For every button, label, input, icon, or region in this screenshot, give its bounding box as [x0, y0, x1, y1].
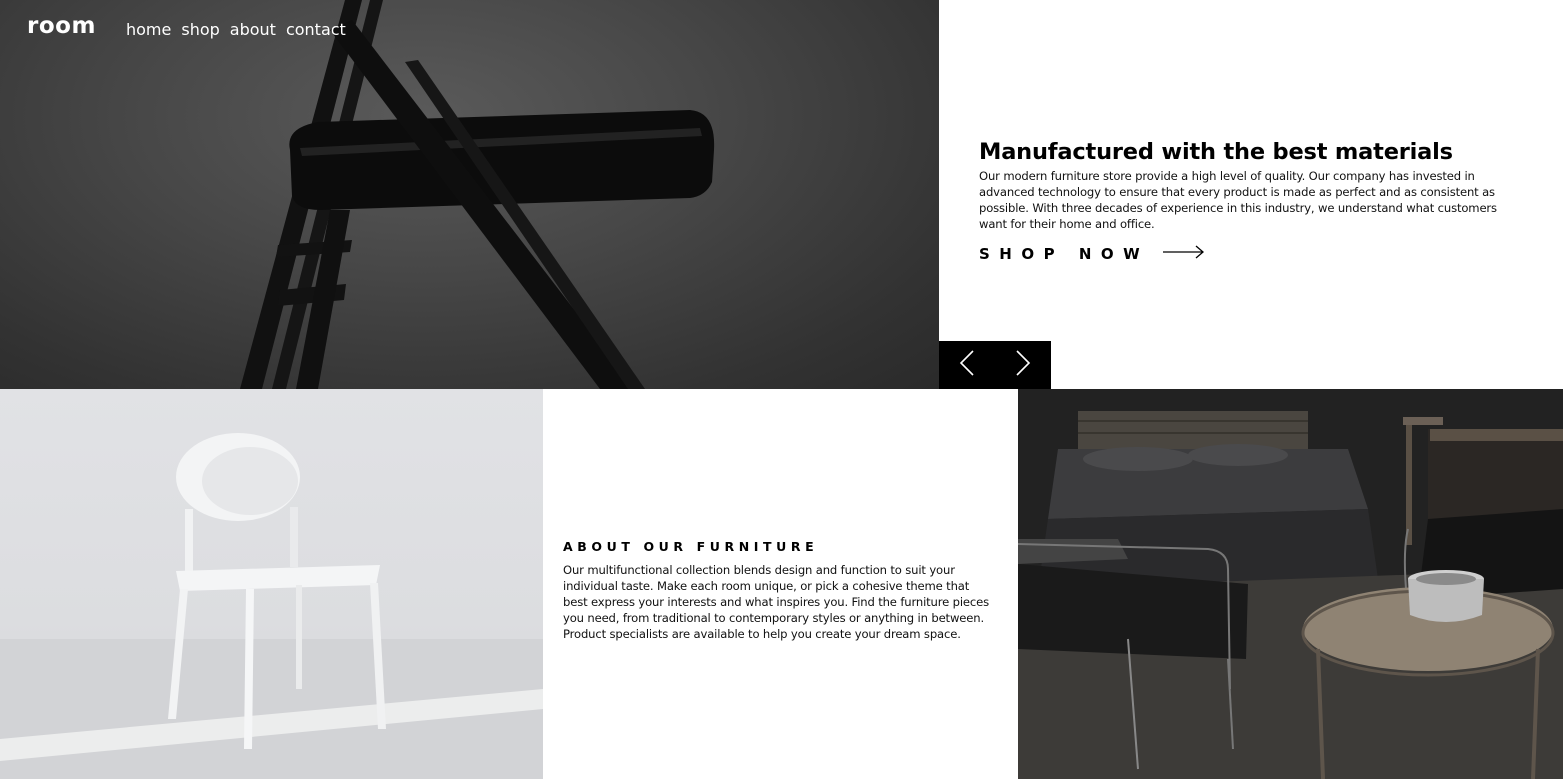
shop-now-label: SHOP NOW	[979, 244, 1150, 263]
hero-image-folding-chair	[0, 0, 939, 389]
slider-next-button[interactable]	[995, 341, 1051, 389]
slider-controls	[939, 341, 1051, 389]
nav-home-link[interactable]: home	[126, 20, 171, 39]
shop-now-button[interactable]: SHOP NOW	[979, 244, 1539, 263]
hero-title: Manufactured with the best materials	[979, 139, 1453, 165]
about-description: Our multifunctional collection blends de…	[563, 563, 989, 641]
hero-description: Our modern furniture store provide a hig…	[979, 169, 1497, 231]
white-chair-image	[0, 389, 543, 779]
slider-prev-button[interactable]	[939, 341, 995, 389]
dark-room-image	[1018, 389, 1563, 779]
site-logo[interactable]: room	[27, 13, 96, 39]
arrow-right-icon	[1163, 244, 1205, 263]
hero-text-section: Manufactured with the best materials Our…	[979, 139, 1539, 263]
nav-contact-link[interactable]: contact	[286, 20, 346, 39]
nav-about-link[interactable]: about	[230, 20, 276, 39]
main-nav: home shop about contact	[126, 20, 346, 39]
chevron-left-icon	[959, 350, 975, 380]
nav-shop-link[interactable]: shop	[181, 20, 219, 39]
about-title: ABOUT OUR FURNITURE	[563, 539, 819, 554]
about-section: ABOUT OUR FURNITURE Our multifunctional …	[563, 539, 1003, 642]
chevron-right-icon	[1015, 350, 1031, 380]
